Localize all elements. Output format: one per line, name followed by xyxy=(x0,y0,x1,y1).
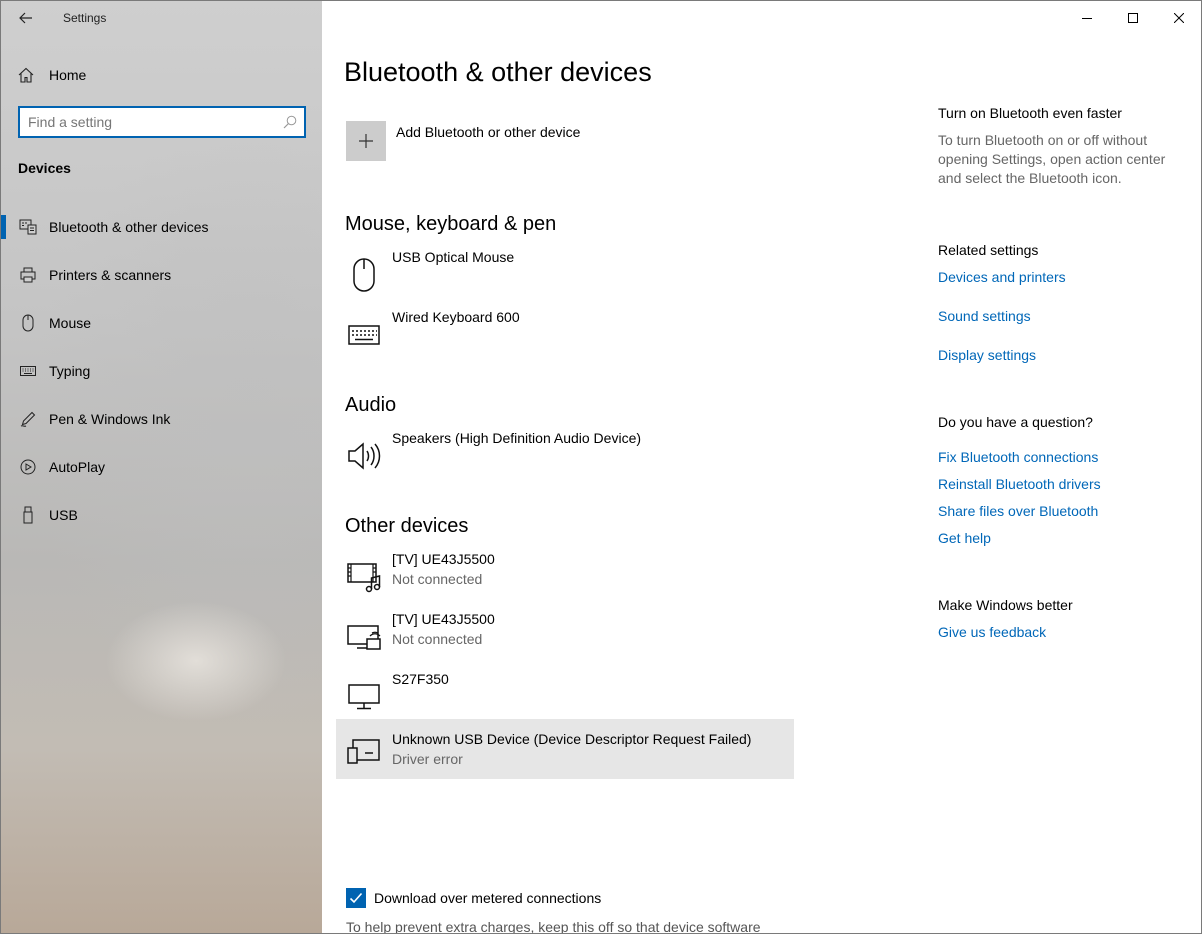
device-name: USB Optical Mouse xyxy=(392,249,515,265)
window-controls xyxy=(1064,1,1201,35)
sidebar-item-printers[interactable]: Printers & scanners xyxy=(1,251,321,299)
home-icon xyxy=(18,67,38,83)
link-devices-and-printers[interactable]: Devices and printers xyxy=(938,269,1066,285)
sidebar-item-autoplay[interactable]: AutoPlay xyxy=(1,443,321,491)
plus-icon xyxy=(346,121,386,161)
metered-checkbox[interactable] xyxy=(346,888,366,908)
close-button[interactable] xyxy=(1156,1,1201,35)
back-button[interactable] xyxy=(9,1,43,35)
link-reinstall-drivers[interactable]: Reinstall Bluetooth drivers xyxy=(938,476,1101,492)
related-settings-heading: Related settings xyxy=(938,242,1039,258)
device-status: Driver error xyxy=(392,751,463,767)
add-device-button[interactable]: Add Bluetooth or other device xyxy=(346,121,580,161)
nav-home[interactable]: Home xyxy=(1,57,321,93)
main-content: Bluetooth & other devices Add Bluetooth … xyxy=(322,1,1201,934)
maximize-icon xyxy=(1128,13,1138,23)
link-get-help[interactable]: Get help xyxy=(938,530,991,546)
keyboard-icon xyxy=(18,366,38,376)
device-item[interactable]: [TV] UE43J5500 Not connected xyxy=(336,611,794,671)
wireless-display-icon xyxy=(346,619,382,655)
mouse-icon xyxy=(346,257,382,293)
checkmark-icon xyxy=(349,892,363,904)
generic-device-icon xyxy=(346,733,382,769)
autoplay-icon xyxy=(18,459,38,475)
device-status: Not connected xyxy=(392,631,483,647)
search-icon[interactable] xyxy=(283,115,297,134)
tip-text: To turn Bluetooth on or off without open… xyxy=(938,132,1166,186)
section-heading: Devices xyxy=(18,160,71,176)
device-item-selected[interactable]: Unknown USB Device (Device Descriptor Re… xyxy=(336,719,794,779)
device-item[interactable]: [TV] UE43J5500 Not connected xyxy=(336,551,794,611)
device-name: [TV] UE43J5500 xyxy=(392,611,495,627)
metered-checkbox-row[interactable]: Download over metered connections xyxy=(346,888,601,908)
search-input[interactable] xyxy=(28,113,278,131)
device-item[interactable]: Speakers (High Definition Audio Device) xyxy=(336,430,794,490)
media-device-icon xyxy=(346,559,382,595)
group-title-audio: Audio xyxy=(345,394,397,416)
sidebar-item-label: Mouse xyxy=(49,315,92,331)
metered-checkbox-label: Download over metered connections xyxy=(374,890,602,906)
minimize-icon xyxy=(1082,18,1092,19)
metered-help-text: To help prevent extra charges, keep this… xyxy=(346,919,761,934)
tip-heading: Turn on Bluetooth even faster xyxy=(938,105,1122,121)
speaker-icon xyxy=(346,438,382,474)
device-name: Unknown USB Device (Device Descriptor Re… xyxy=(392,731,752,747)
sidebar-item-usb[interactable]: USB xyxy=(1,491,321,539)
question-heading: Do you have a question? xyxy=(938,414,1093,430)
device-name: Speakers (High Definition Audio Device) xyxy=(392,430,642,446)
back-arrow-icon xyxy=(19,12,32,24)
bluetooth-devices-icon xyxy=(18,219,38,235)
link-fix-bluetooth[interactable]: Fix Bluetooth connections xyxy=(938,449,1098,465)
printer-icon xyxy=(18,267,38,283)
sidebar-item-label: Typing xyxy=(49,363,91,379)
device-name: Wired Keyboard 600 xyxy=(392,309,520,325)
page-title: Bluetooth & other devices xyxy=(344,57,652,87)
nav-list: Bluetooth & other devices Printers & sca… xyxy=(1,203,321,539)
sidebar-item-typing[interactable]: Typing xyxy=(1,347,321,395)
settings-window: Settings Home Devices Bluetooth & other … xyxy=(0,0,1202,934)
sidebar-item-label: Printers & scanners xyxy=(49,267,172,283)
device-item[interactable]: Wired Keyboard 600 xyxy=(336,309,794,369)
close-icon xyxy=(1174,13,1184,23)
sidebar-item-mouse[interactable]: Mouse xyxy=(1,299,321,347)
sidebar-item-label: AutoPlay xyxy=(49,459,106,475)
sidebar: Settings Home Devices Bluetooth & other … xyxy=(1,1,322,933)
link-share-files[interactable]: Share files over Bluetooth xyxy=(938,503,1098,519)
add-device-label: Add Bluetooth or other device xyxy=(396,124,581,140)
keyboard-icon xyxy=(346,317,382,353)
nav-home-label: Home xyxy=(49,67,87,83)
sidebar-item-label: Pen & Windows Ink xyxy=(49,411,171,427)
sidebar-item-pen[interactable]: Pen & Windows Ink xyxy=(1,395,321,443)
device-name: [TV] UE43J5500 xyxy=(392,551,495,567)
monitor-icon xyxy=(346,679,382,715)
pen-icon xyxy=(18,411,38,427)
sidebar-item-label: USB xyxy=(49,507,78,523)
usb-icon xyxy=(18,506,38,524)
search-box[interactable] xyxy=(18,106,306,138)
feedback-heading: Make Windows better xyxy=(938,597,1073,613)
link-give-feedback[interactable]: Give us feedback xyxy=(938,624,1046,640)
group-title-other-devices: Other devices xyxy=(345,515,469,537)
device-item[interactable]: USB Optical Mouse xyxy=(336,249,794,309)
device-name: S27F350 xyxy=(392,671,449,687)
title-bar: Settings xyxy=(1,1,321,35)
minimize-button[interactable] xyxy=(1064,1,1110,35)
link-display-settings[interactable]: Display settings xyxy=(938,347,1036,363)
sidebar-item-bluetooth[interactable]: Bluetooth & other devices xyxy=(1,203,321,251)
app-title: Settings xyxy=(63,11,107,25)
device-status: Not connected xyxy=(392,571,483,587)
link-sound-settings[interactable]: Sound settings xyxy=(938,308,1031,324)
group-title-mouse-keyboard: Mouse, keyboard & pen xyxy=(345,213,557,235)
maximize-button[interactable] xyxy=(1110,1,1156,35)
sidebar-item-label: Bluetooth & other devices xyxy=(49,219,209,235)
mouse-icon xyxy=(18,314,38,332)
